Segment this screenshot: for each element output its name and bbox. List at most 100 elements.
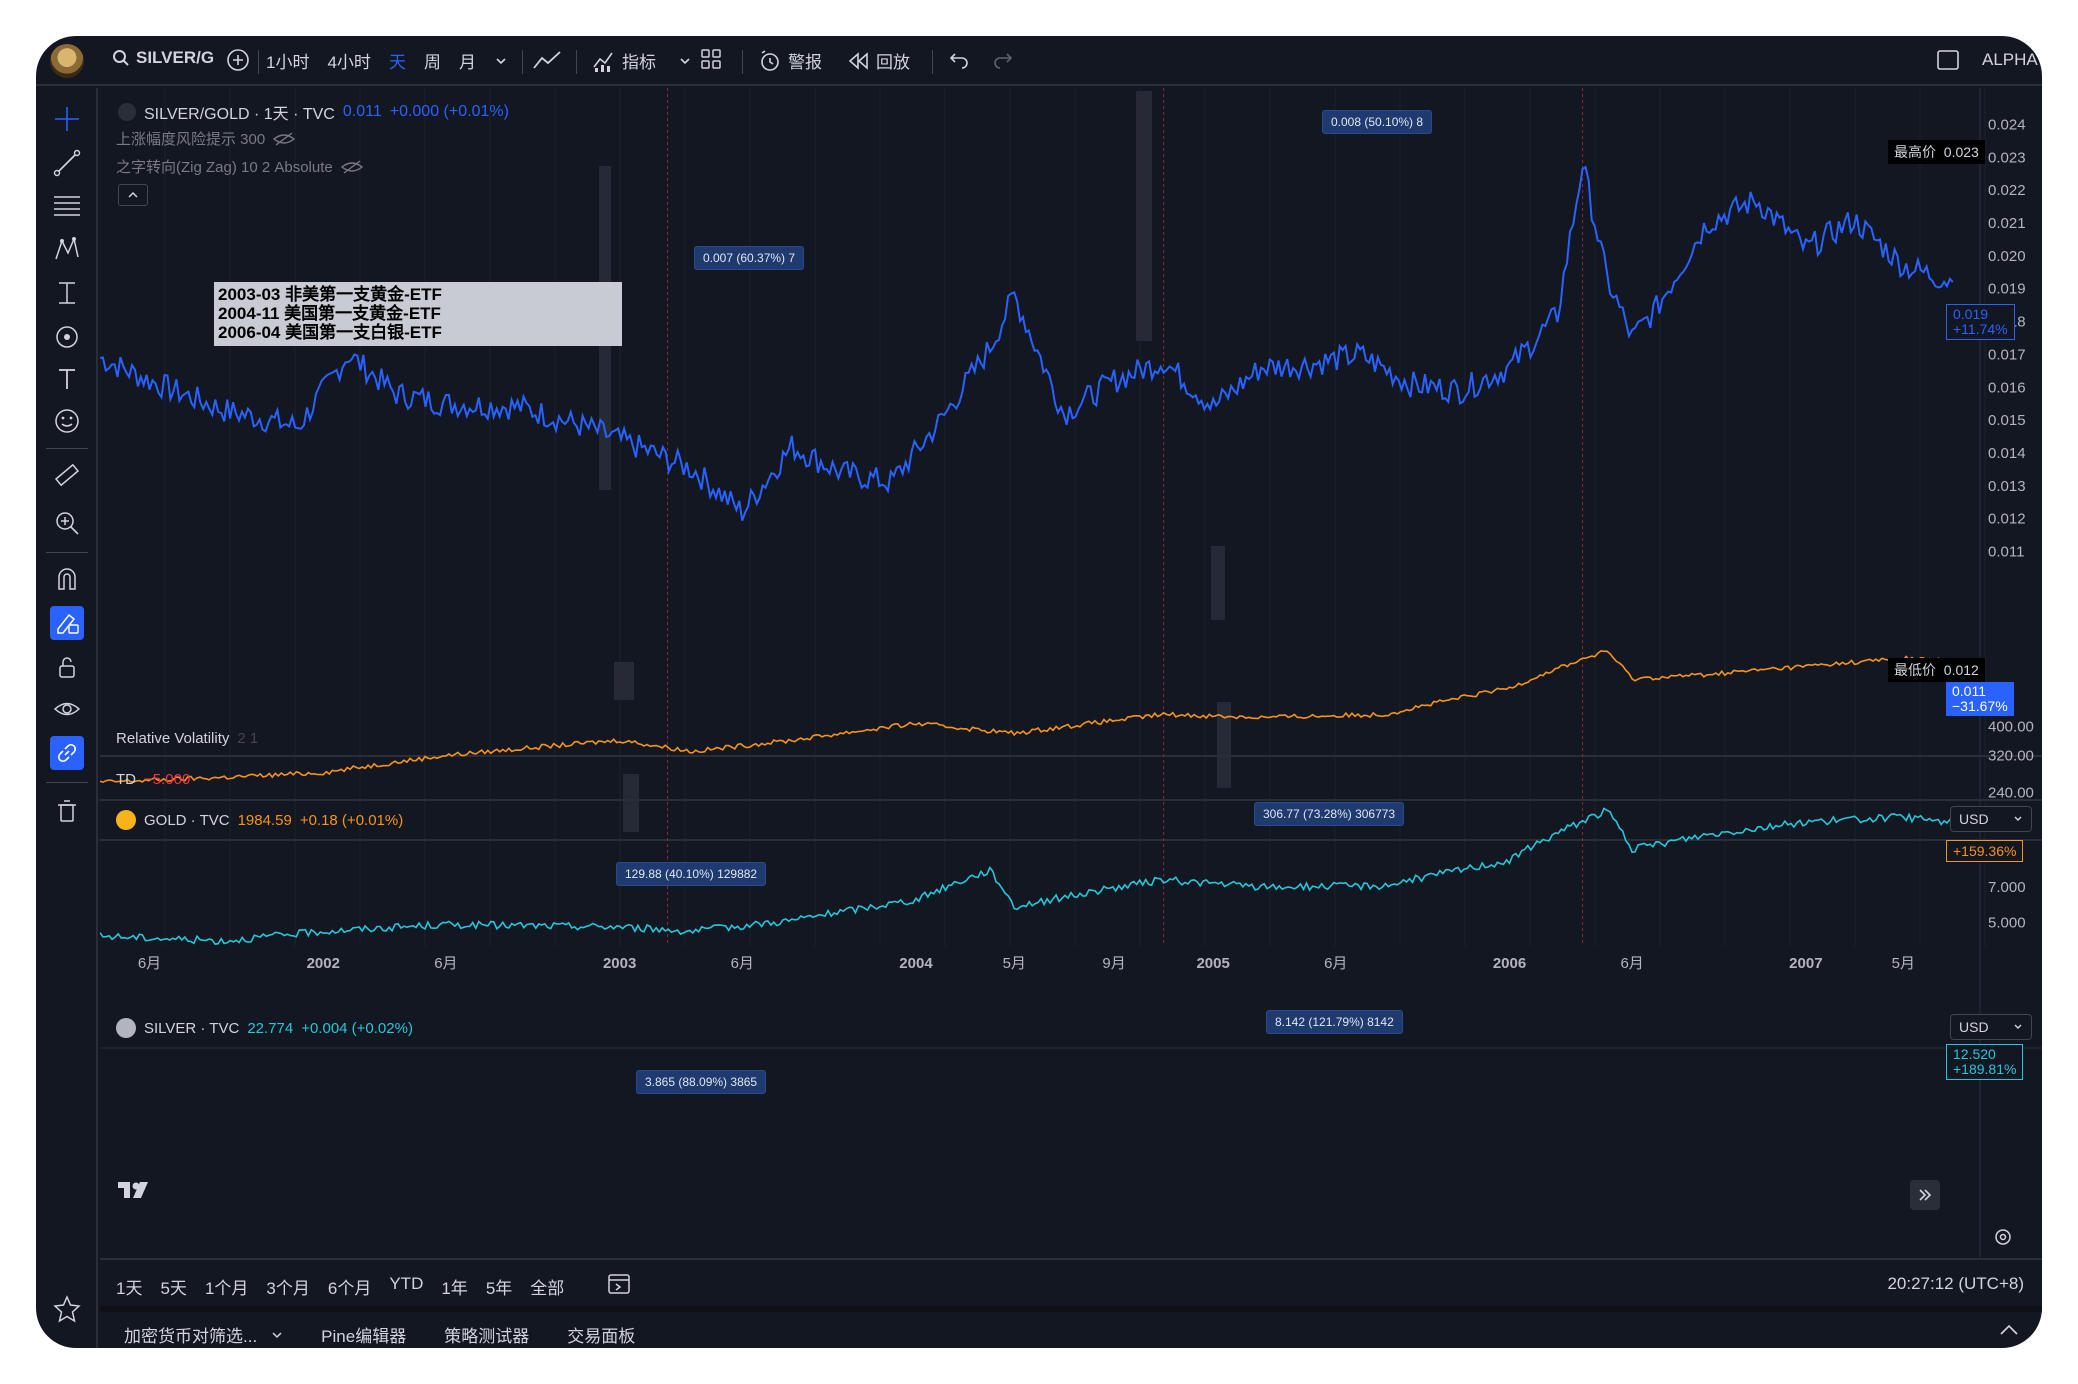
link-icon[interactable]	[50, 736, 84, 770]
eye-off-icon[interactable]	[273, 131, 296, 147]
range-1d[interactable]: 1天	[116, 1274, 142, 1299]
eye-off-icon[interactable]	[340, 159, 363, 175]
silver-currency-select[interactable]: USD	[1950, 1014, 2032, 1040]
compare-symbol-button[interactable]	[226, 48, 250, 72]
range-3m[interactable]: 3个月	[266, 1274, 309, 1299]
scroll-to-realtime-button[interactable]	[1910, 1180, 1940, 1210]
toolbar-divider	[522, 50, 523, 74]
silver-legend[interactable]: SILVER · TVC 22.774 +0.004 (+0.02%)	[116, 1018, 413, 1038]
range-1y[interactable]: 1年	[441, 1274, 467, 1299]
tab-trading-panel[interactable]: 交易面板	[567, 1322, 635, 1347]
measure-callout[interactable]: 3.865 (88.09%) 3865	[636, 1070, 767, 1094]
symbol-name: SILVER/G	[136, 48, 215, 67]
indicators-button[interactable]: 指标	[592, 48, 692, 73]
circle-icon[interactable]	[50, 320, 84, 354]
range-5y[interactable]: 5年	[486, 1274, 512, 1299]
chevron-down-icon	[2014, 816, 2022, 821]
symbol-logo-icon	[118, 103, 136, 121]
rv-legend[interactable]: Relative Volatility 2 1	[116, 730, 258, 747]
ruler-icon[interactable]	[50, 458, 84, 492]
time-tick-label: 6月	[1620, 955, 1643, 972]
gold-currency-select[interactable]: USD	[1950, 806, 2032, 832]
measure-callout[interactable]: 0.007 (60.37%) 7	[694, 246, 805, 270]
replay-button[interactable]: 回放	[848, 48, 910, 73]
settings-gear-icon[interactable]	[1992, 1226, 2014, 1253]
text-note[interactable]: 2003-03 非美第一支黄金-ETF 2004-11 美国第一支黄金-ETF …	[214, 282, 622, 346]
current-price-tag: 0.011 −31.67%	[1946, 682, 2014, 716]
timeframe-1m[interactable]: 月	[459, 48, 476, 73]
alpha-label: ALPHA	[1982, 50, 2038, 69]
timezone-clock[interactable]: 20:27:12 (UTC+8)	[1887, 1274, 2024, 1294]
redo-button[interactable]	[992, 48, 1014, 70]
measure-callout[interactable]: 129.88 (40.10%) 129882	[616, 862, 767, 886]
price-tick-label: 0.022	[1988, 182, 2026, 199]
collapse-legend-button[interactable]	[118, 184, 148, 206]
chart-canvas[interactable]: 0.0240.0230.0220.0210.0200.0190.0180.017…	[100, 88, 2042, 1258]
layout-button[interactable]	[700, 48, 722, 70]
price-tick-label: 0.013	[1988, 478, 2026, 495]
tradingview-logo[interactable]	[118, 1180, 154, 1205]
main-legend[interactable]: SILVER/GOLD · 1天 · TVC 0.011 +0.000 (+0.…	[118, 100, 509, 124]
gold-legend[interactable]: GOLD · TVC 1984.59 +0.18 (+0.01%)	[116, 810, 403, 830]
tab-strategy-tester[interactable]: 策略测试器	[444, 1322, 529, 1347]
measure-callout[interactable]: 306.77 (73.28%) 306773	[1254, 802, 1405, 826]
range-all[interactable]: 全部	[530, 1274, 564, 1299]
indicator1-label: 上涨幅度风险提示 300	[116, 131, 266, 148]
range-5d[interactable]: 5天	[160, 1274, 186, 1299]
indicator2-label: 之字转向(Zig Zag) 10 2 Absolute	[116, 159, 333, 176]
td-legend[interactable]: TD −5.000	[116, 771, 190, 788]
range-1m[interactable]: 1个月	[205, 1274, 248, 1299]
tab-crypto-screener[interactable]: 加密货币对筛选...	[124, 1322, 283, 1347]
trendline-icon[interactable]	[50, 146, 84, 180]
timeframe-4h[interactable]: 4小时	[327, 48, 370, 73]
timeframe-1h[interactable]: 1小时	[266, 48, 309, 73]
tab-pine-editor[interactable]: Pine编辑器	[321, 1322, 406, 1347]
gold-logo-icon	[116, 810, 136, 830]
price-tick-label: 5.000	[1988, 914, 2026, 931]
lock-icon[interactable]	[50, 650, 84, 684]
timeframe-1w[interactable]: 周	[424, 48, 441, 73]
silver-change: +0.004 (+0.02%)	[301, 1019, 413, 1037]
price-tick-label: 7.000	[1988, 879, 2026, 896]
measure-callout[interactable]: 8.142 (121.79%) 8142	[1266, 1010, 1403, 1034]
emoji-icon[interactable]	[50, 404, 84, 438]
chevron-down-icon	[2014, 1024, 2022, 1029]
calendar-goto-icon[interactable]	[606, 1270, 632, 1301]
alert-button[interactable]: 警报	[758, 48, 822, 73]
chart-type-button[interactable]	[532, 48, 562, 72]
chevron-up-icon[interactable]	[1998, 1322, 2020, 1343]
star-icon[interactable]	[52, 1294, 82, 1329]
undo-button[interactable]	[948, 48, 970, 70]
measure-band	[614, 662, 634, 700]
fib-icon[interactable]	[50, 188, 84, 222]
measure-icon[interactable]	[50, 276, 84, 310]
measure-band	[623, 774, 639, 832]
silver-pct-tag: 12.520 +189.81%	[1946, 1044, 2024, 1080]
symbol-search-button[interactable]: SILVER/G	[112, 48, 214, 68]
measure-callout[interactable]: 0.008 (50.10%) 8	[1322, 110, 1433, 134]
bottom-tab-list: 加密货币对筛选... Pine编辑器 策略测试器 交易面板	[124, 1322, 635, 1347]
range-ytd[interactable]: YTD	[389, 1274, 423, 1299]
lock-drawing-icon[interactable]	[50, 606, 84, 640]
avatar[interactable]	[50, 44, 84, 78]
gold-change: +0.18 (+0.01%)	[299, 811, 404, 829]
silver-tag-value: 12.520	[1953, 1046, 1996, 1062]
text-icon[interactable]	[50, 362, 84, 396]
date-range-bar: 1天 5天 1个月 3个月 6个月 YTD 1年 5年 全部 20:27:12 …	[100, 1258, 2042, 1306]
main-value: 0.011	[342, 103, 382, 120]
drawing-toolbar	[36, 88, 98, 1348]
eye-icon[interactable]	[50, 692, 84, 726]
trash-icon[interactable]	[50, 794, 84, 828]
indicator1-legend[interactable]: 上涨幅度风险提示 300	[116, 128, 296, 149]
silver-currency-label: USD	[1959, 1019, 1989, 1035]
chevron-down-icon[interactable]	[494, 54, 508, 68]
timeframe-1d[interactable]: 天	[389, 48, 406, 73]
magnet-icon[interactable]	[50, 562, 84, 596]
time-tick-label: 5月	[1892, 955, 1915, 972]
crosshair-icon[interactable]	[50, 102, 84, 136]
indicator2-legend[interactable]: 之字转向(Zig Zag) 10 2 Absolute	[116, 156, 363, 177]
zoom-in-icon[interactable]	[50, 506, 84, 540]
pattern-icon[interactable]	[50, 232, 84, 266]
fullscreen-button[interactable]	[1936, 48, 1960, 72]
range-6m[interactable]: 6个月	[328, 1274, 371, 1299]
